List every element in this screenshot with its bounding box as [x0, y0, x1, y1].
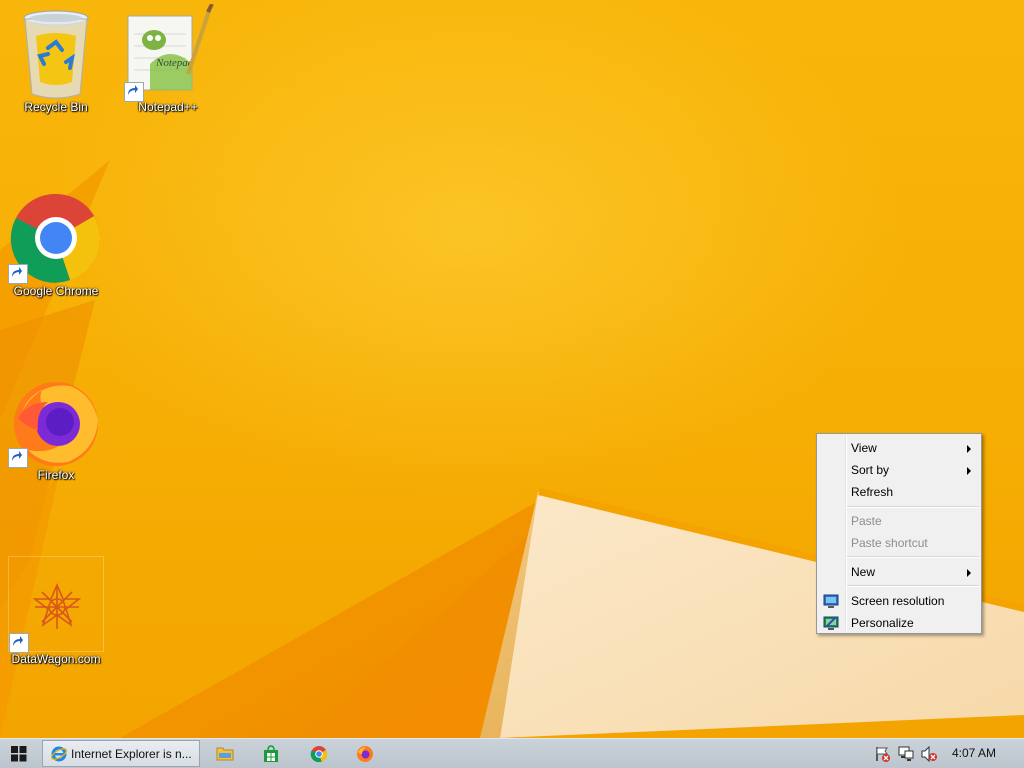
- submenu-arrow-icon: [967, 569, 971, 577]
- menu-item-label: Screen resolution: [851, 594, 945, 608]
- menu-item-screen-resolution[interactable]: Screen resolution: [819, 590, 979, 612]
- taskbar-pin-store[interactable]: [248, 739, 292, 768]
- desktop[interactable]: Recycle Bin Notepad Notepad++ Google Chr…: [0, 0, 1024, 738]
- datawagon-icon: [8, 556, 104, 653]
- menu-item-view[interactable]: View: [819, 437, 979, 459]
- recycle-bin-icon: [8, 4, 104, 100]
- menu-item-refresh[interactable]: Refresh: [819, 481, 979, 503]
- taskbar-pin-file-explorer[interactable]: [202, 739, 246, 768]
- file-explorer-icon: [216, 747, 234, 761]
- datawagon-desktop-icon[interactable]: DataWagon.com: [8, 556, 104, 666]
- network-icon[interactable]: [897, 745, 915, 763]
- notepad-plus-plus-desktop-icon[interactable]: Notepad Notepad++: [120, 4, 216, 114]
- chrome-icon: [8, 188, 104, 284]
- shortcut-arrow-icon: [124, 82, 144, 102]
- menu-item-personalize[interactable]: Personalize: [819, 612, 979, 634]
- firefox-icon: [8, 372, 104, 468]
- menu-item-paste[interactable]: Paste: [819, 510, 979, 532]
- shortcut-arrow-icon: [8, 448, 28, 468]
- menu-item-label: View: [851, 441, 877, 455]
- shortcut-arrow-icon: [9, 633, 29, 653]
- action-center-flag-icon[interactable]: [874, 745, 892, 763]
- menu-item-label: Paste: [851, 514, 882, 528]
- menu-item-label: Personalize: [851, 616, 914, 630]
- chrome-icon: [310, 746, 328, 763]
- recycle-bin-label: Recycle Bin: [24, 100, 88, 114]
- menu-item-paste-shortcut[interactable]: Paste shortcut: [819, 532, 979, 554]
- submenu-arrow-icon: [967, 467, 971, 475]
- screen-resolution-icon: [823, 593, 839, 612]
- taskbar: Internet Explorer is n... 4:07 AM: [0, 738, 1024, 768]
- personalize-icon: [823, 615, 839, 634]
- desktop-context-menu: View Sort by Refresh Paste Paste shortcu…: [816, 433, 982, 634]
- menu-item-label: New: [851, 565, 876, 579]
- menu-item-label: Paste shortcut: [851, 536, 928, 550]
- taskbar-pin-chrome[interactable]: [296, 739, 340, 768]
- firefox-icon: [357, 746, 373, 762]
- menu-separator: [847, 585, 979, 587]
- submenu-arrow-icon: [967, 445, 971, 453]
- svg-text:Notepad: Notepad: [155, 57, 194, 69]
- taskbar-button-internet-explorer[interactable]: Internet Explorer is n...: [42, 740, 200, 767]
- firefox-label: Firefox: [37, 468, 75, 482]
- start-button[interactable]: [0, 739, 38, 768]
- firefox-desktop-icon[interactable]: Firefox: [8, 372, 104, 482]
- windows-logo-icon: [11, 746, 27, 762]
- store-icon: [264, 745, 278, 762]
- menu-item-new[interactable]: New: [819, 561, 979, 583]
- google-chrome-label: Google Chrome: [13, 284, 99, 298]
- menu-item-label: Sort by: [851, 463, 890, 477]
- notepad-plus-plus-label: Notepad++: [138, 100, 198, 114]
- notepad-plus-plus-icon: Notepad: [120, 4, 216, 102]
- menu-separator: [847, 506, 979, 508]
- datawagon-label: DataWagon.com: [11, 652, 101, 666]
- taskbar-button-label: Internet Explorer is n...: [71, 747, 192, 761]
- taskbar-clock[interactable]: 4:07 AM: [952, 746, 996, 760]
- menu-item-sort-by[interactable]: Sort by: [819, 459, 979, 481]
- shortcut-arrow-icon: [8, 264, 28, 284]
- taskbar-pin-firefox[interactable]: [342, 739, 386, 768]
- google-chrome-desktop-icon[interactable]: Google Chrome: [8, 188, 104, 298]
- recycle-bin-desktop-icon[interactable]: Recycle Bin: [8, 4, 104, 114]
- internet-explorer-icon: [50, 746, 68, 762]
- menu-item-label: Refresh: [851, 485, 894, 499]
- volume-muted-icon[interactable]: [920, 745, 938, 763]
- menu-separator: [847, 556, 979, 558]
